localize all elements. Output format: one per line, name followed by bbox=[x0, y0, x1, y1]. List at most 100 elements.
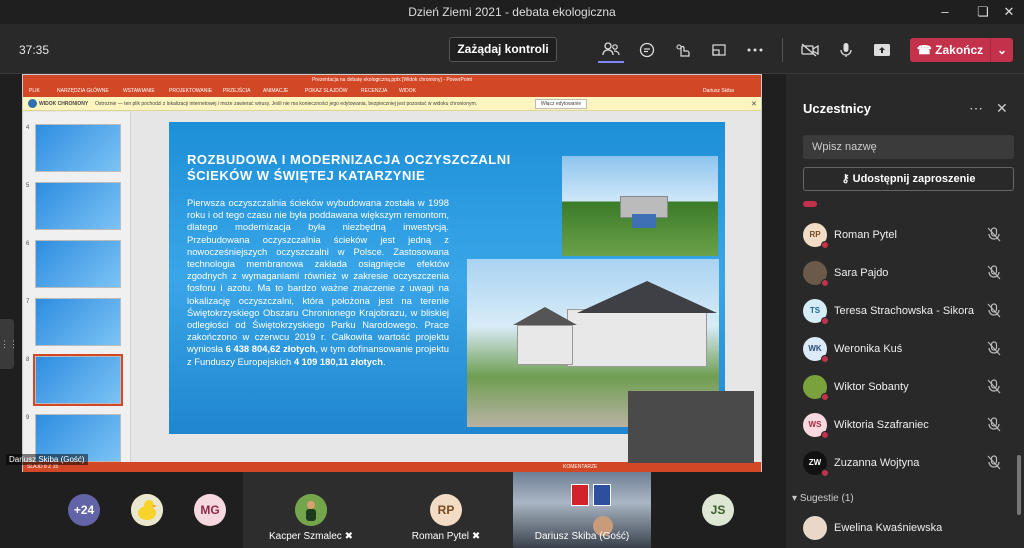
leave-button-label[interactable]: ☎ Zakończ bbox=[910, 38, 990, 62]
participant-gallery: +24 MG Kacper Szmalec ✖ RP Roman Pytel ✖… bbox=[0, 472, 786, 548]
tile-name: Roman Pytel ✖ bbox=[411, 531, 481, 542]
tile-name: Kacper Szmalec ✖ bbox=[269, 531, 353, 542]
request-control-button[interactable]: Zażądaj kontroli bbox=[449, 37, 557, 62]
avatar bbox=[803, 261, 829, 287]
roof-shape bbox=[577, 281, 717, 313]
slide-thumbnail[interactable]: 5 bbox=[26, 182, 121, 230]
meeting-timer: 37:35 bbox=[19, 43, 50, 57]
slide-body: Pierwsza oczyszczalnia ścieków wybudowan… bbox=[187, 197, 449, 368]
mic-muted-icon[interactable] bbox=[987, 227, 1003, 243]
participant-name: Zuzanna Wojtyna bbox=[834, 457, 920, 469]
leave-button[interactable]: ☎ Zakończ ⌄ bbox=[910, 38, 1013, 62]
participant-row[interactable]: Sara Pajdo bbox=[803, 258, 1017, 288]
panel-scrollbar[interactable] bbox=[1017, 455, 1021, 515]
protected-view-text: Ostrożnie — ten plik pochodzi z lokaliza… bbox=[95, 101, 478, 107]
flag-shape bbox=[571, 484, 589, 506]
mic-muted-icon[interactable] bbox=[987, 417, 1003, 433]
participant-row[interactable]: RP Roman Pytel bbox=[803, 220, 1017, 250]
video-tile[interactable]: Kacper Szmalec ✖ bbox=[243, 472, 379, 548]
toolbar-divider bbox=[782, 38, 783, 62]
thumb-number: 5 bbox=[26, 183, 30, 189]
ppt-tab: RECENZJA bbox=[361, 88, 388, 94]
panel-close-icon[interactable]: ✕ bbox=[996, 100, 1008, 117]
camera-off-icon[interactable] bbox=[797, 37, 823, 63]
panel-more-icon[interactable]: ⋯ bbox=[969, 100, 983, 117]
suggestion-row[interactable]: Ewelina Kwaśniewska bbox=[803, 513, 1017, 543]
mic-muted-icon: ✖ bbox=[471, 531, 481, 542]
avatar[interactable]: MG bbox=[194, 494, 226, 526]
microphone-icon[interactable] bbox=[833, 37, 859, 63]
thumb-number: 6 bbox=[26, 241, 30, 247]
thumb-number: 9 bbox=[26, 415, 30, 421]
leave-options-chevron-icon[interactable]: ⌄ bbox=[990, 38, 1013, 62]
ppt-tab: NARZĘDZIA GŁÓWNE bbox=[57, 88, 109, 94]
protected-view-bar: WIDOK CHRONIONY Ostrożnie — ten plik poc… bbox=[23, 97, 761, 111]
status-dot bbox=[821, 431, 829, 439]
current-slide: ROZBUDOWA I MODERNIZACJA OCZYSZCZALNI ŚC… bbox=[169, 122, 725, 434]
participant-row[interactable]: TS Teresa Strachowska - Sikora bbox=[803, 296, 1017, 326]
drag-handle-icon[interactable]: ⋮⋮ bbox=[0, 319, 18, 369]
participant-name: Teresa Strachowska - Sikora bbox=[834, 305, 974, 317]
overflow-count-badge[interactable]: +24 bbox=[68, 494, 100, 526]
slide-thumbnails: 4 5 6 7 8 9 bbox=[23, 112, 131, 462]
rooms-icon[interactable] bbox=[706, 37, 732, 63]
participant-row[interactable]: ZW Zuzanna Wojtyna bbox=[803, 448, 1017, 478]
suggestions-label: Sugestie (1) bbox=[799, 493, 854, 504]
status-dot bbox=[821, 355, 829, 363]
participant-search-input[interactable]: Wpisz nazwę bbox=[803, 135, 1014, 159]
small-building-shape bbox=[517, 325, 573, 365]
mic-muted-icon[interactable] bbox=[987, 303, 1003, 319]
status-dot bbox=[821, 279, 829, 287]
mic-muted-icon[interactable] bbox=[987, 379, 1003, 395]
slide-heading: ROZBUDOWA I MODERNIZACJA OCZYSZCZALNI ŚC… bbox=[187, 152, 511, 183]
window-title: Dzień Ziemi 2021 - debata ekologiczna bbox=[408, 5, 616, 19]
mic-muted-icon[interactable] bbox=[987, 265, 1003, 281]
close-window-icon[interactable]: ✕ bbox=[994, 0, 1024, 24]
share-invite-button[interactable]: ⚷ Udostępnij zaproszenie bbox=[803, 167, 1014, 191]
avatar-duck-icon[interactable] bbox=[131, 494, 163, 526]
participant-row[interactable]: WS Wiktoria Szafraniec bbox=[803, 410, 1017, 440]
participants-icon[interactable] bbox=[598, 37, 624, 63]
chat-icon[interactable] bbox=[634, 37, 660, 63]
ppt-user: Dariusz Skiba bbox=[703, 88, 734, 94]
presenter-self-view bbox=[628, 391, 754, 463]
mic-muted-icon[interactable] bbox=[987, 341, 1003, 357]
participants-panel: Uczestnicy ⋯ ✕ Wpisz nazwę ⚷ Udostępnij … bbox=[786, 74, 1024, 548]
building-shape bbox=[567, 309, 707, 367]
ppt-tab: WSTAWIANIE bbox=[123, 88, 155, 94]
video-tile[interactable]: RP Roman Pytel ✖ bbox=[379, 472, 513, 548]
partial-status-dot bbox=[803, 201, 817, 207]
slide-thumbnail[interactable]: 4 bbox=[26, 124, 121, 172]
comments-toggle[interactable]: KOMENTARZE bbox=[563, 464, 597, 470]
suggestions-toggle[interactable]: ▾ Sugestie (1) bbox=[792, 493, 854, 504]
participant-name: Wiktoria Szafraniec bbox=[834, 419, 929, 431]
slide-thumbnail[interactable]: 6 bbox=[26, 240, 121, 288]
avatar[interactable]: JS bbox=[702, 494, 734, 526]
more-actions-icon[interactable] bbox=[742, 37, 768, 63]
enable-editing-button[interactable]: Włącz edytowanie bbox=[535, 99, 587, 109]
container-shape bbox=[632, 214, 656, 228]
ppt-tab: ANIMACJE bbox=[263, 88, 289, 94]
slide-thumbnail-selected[interactable]: 8 bbox=[26, 354, 123, 406]
share-invite-label: Udostępnij zaproszenie bbox=[852, 173, 976, 185]
video-tile-camera[interactable]: Dariusz Skiba (Gość) bbox=[513, 472, 651, 548]
ppt-tab: WIDOK bbox=[399, 88, 416, 94]
avatar: RP bbox=[803, 223, 829, 249]
participant-row[interactable]: Wiktor Sobanty bbox=[803, 372, 1017, 402]
minimize-icon[interactable]: – bbox=[930, 0, 960, 24]
slide-thumbnail[interactable]: 7 bbox=[26, 298, 121, 346]
close-bar-icon[interactable]: ✕ bbox=[751, 100, 757, 108]
mic-muted-icon[interactable] bbox=[987, 455, 1003, 471]
share-screen-icon[interactable] bbox=[869, 37, 895, 63]
shared-screen-stage: ⋮⋮ Prezentacja na debatę ekologiczną.ppt… bbox=[0, 74, 786, 472]
leave-label: Zakończ bbox=[935, 43, 984, 57]
slide-body-lead: Pierwsza oczyszczalnia ścieków wybudowan… bbox=[187, 197, 449, 355]
avatar: RP bbox=[430, 494, 462, 526]
status-dot bbox=[821, 317, 829, 325]
treatment-plant-photo bbox=[562, 156, 718, 256]
avatar: WK bbox=[803, 337, 829, 363]
small-roof-shape bbox=[513, 307, 577, 325]
participant-row[interactable]: WK Weronika Kuś bbox=[803, 334, 1017, 364]
status-dot bbox=[821, 241, 829, 249]
reactions-icon[interactable] bbox=[670, 37, 696, 63]
